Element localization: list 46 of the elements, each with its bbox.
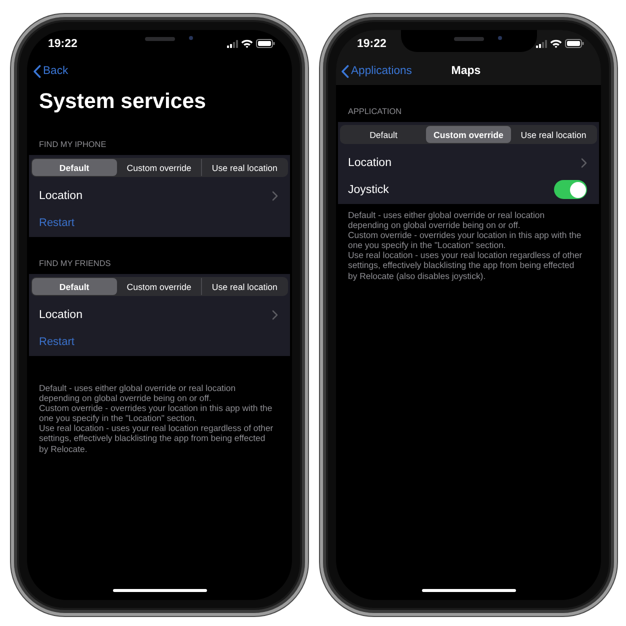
chevron-left-icon [341,64,349,78]
settings-row[interactable]: Location [29,182,290,209]
speaker-grille-icon [144,37,174,41]
help-text: Custom override - overrides your location in this app with the one you specify in the "Location" section. [347,230,582,250]
signal-icon [227,40,238,48]
battery-icon [565,39,584,48]
section-header: FIND MY FRIENDS [38,258,112,270]
segment-button[interactable]: Default [341,126,426,143]
action-link[interactable]: Restart [39,336,74,348]
wifi-icon [550,39,562,48]
status-time: 19:22 [357,38,386,50]
segment-button[interactable]: Custom override [116,159,202,176]
signal-icon [536,40,547,48]
camera-icon [188,36,192,40]
back-button[interactable]: Applications [341,64,412,78]
chevron-left-icon [33,64,41,78]
action-link[interactable]: Restart [39,216,74,228]
section-header: FIND MY IPHONE [38,139,108,151]
status-time: 19:22 [48,38,78,50]
help-text: Default - uses either global override or real location depending on global override being on or off. [347,210,546,230]
settings-row[interactable]: Location [29,301,290,328]
segment-button[interactable]: Use real location [201,278,288,295]
battery-icon [256,39,275,48]
section-header: APPLICATION [347,106,403,118]
segment-button[interactable]: Use real location [201,159,288,176]
wifi-icon [241,39,253,48]
chevron-right-icon [272,190,278,200]
segment-button[interactable]: Custom override [426,126,511,143]
settings-row[interactable]: Location [338,149,599,176]
segment-button[interactable]: Custom override [116,278,202,295]
page-title: System services [38,88,207,115]
toggle-switch[interactable] [554,180,587,199]
help-text: Custom override - overrides your location in this app with the one you specify in the "Location" section. [38,403,274,424]
row-label: Joystick [348,184,389,196]
segment-button[interactable]: Default [32,159,117,176]
segment-button[interactable]: Use real location [511,126,596,143]
chevron-right-icon [581,158,587,168]
camera-icon [498,36,502,40]
segment-button[interactable]: Default [32,278,117,295]
speaker-grille-icon [454,37,484,41]
back-button[interactable]: Back [33,64,68,78]
chevron-right-icon [272,310,278,320]
help-text: Use real location - uses your real location regardless of other settings, effectively blacklisting the app from being effected by Relocate (also disables joystick). [347,250,584,281]
navigation-title: Maps [451,65,481,77]
help-text: Use real location - uses your real location regardless of other settings, effectively blacklisting the app from being effected by Relocate. [38,423,274,454]
help-text: Default - uses either global override or real location depending on global override being on or off. [38,383,237,404]
